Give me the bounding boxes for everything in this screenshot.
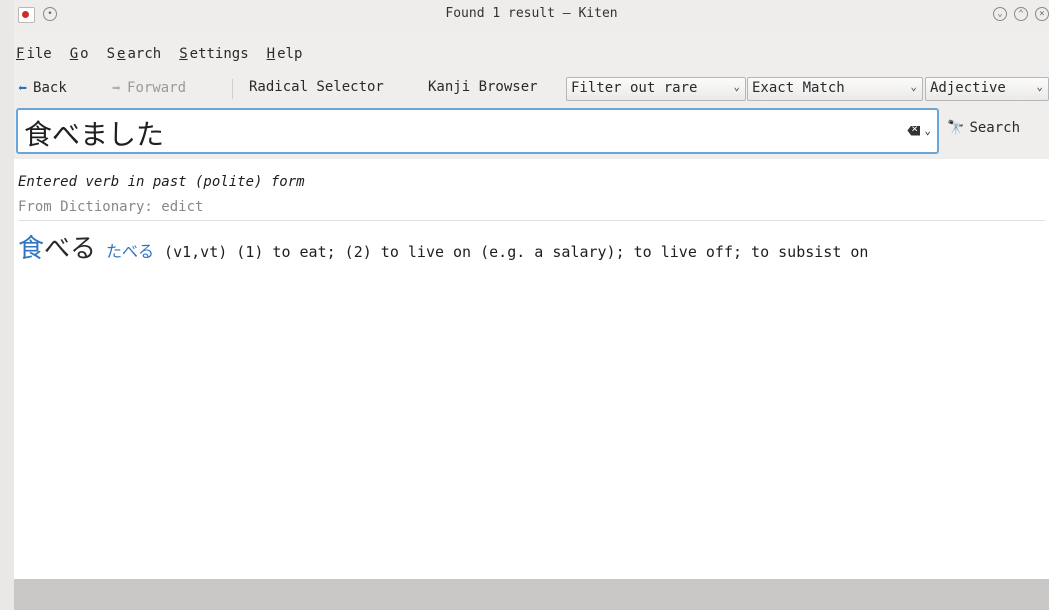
status-bar	[14, 579, 1049, 610]
word-type-combo[interactable]: Adjective ⌄	[925, 77, 1049, 101]
search-button[interactable]: 🔭 Search	[947, 120, 1020, 136]
radical-selector-button[interactable]: Radical Selector	[249, 79, 384, 95]
maximize-icon[interactable]: ⌃	[1014, 7, 1028, 21]
divider	[18, 220, 1045, 221]
window-title: Found 1 result – Kiten	[445, 6, 618, 21]
kiten-window: • Found 1 result – Kiten ⌄ ⌃ × File Go S…	[14, 0, 1049, 610]
deinflection-note: Entered verb in past (polite) form	[18, 174, 305, 190]
chevron-down-icon: ⌄	[1036, 80, 1043, 93]
menu-search[interactable]: Se arch	[105, 46, 164, 68]
minimize-icon[interactable]: ⌄	[993, 7, 1007, 21]
close-icon[interactable]: ×	[1035, 7, 1049, 21]
entry-word: 食べる	[18, 234, 97, 264]
entry-kanji-link[interactable]: 食	[18, 234, 44, 264]
binoculars-icon: 🔭	[947, 120, 965, 136]
entry-definition: (v1,vt) (1) to eat; (2) to live on (e.g.…	[164, 243, 869, 261]
dictionary-source: From Dictionary: edict	[18, 199, 204, 215]
backspace-clear-icon	[907, 125, 921, 136]
toolbar: ⬅ Back ➡ Forward Radical Selector Kanji …	[14, 77, 1049, 101]
arrow-right-icon: ➡	[112, 79, 122, 97]
results-pane: Entered verb in past (polite) form From …	[14, 159, 1049, 579]
arrow-left-icon: ⬅	[18, 79, 28, 97]
clear-search-button[interactable]: ⌄	[907, 124, 931, 137]
menu-help[interactable]: Help	[265, 46, 305, 68]
menu-go[interactable]: Go	[68, 46, 91, 68]
menu-settings[interactable]: Settings	[177, 46, 250, 68]
result-entry: 食べる たべる (v1,vt) (1) to eat; (2) to live …	[18, 228, 868, 265]
match-type-combo[interactable]: Exact Match ⌄	[747, 77, 923, 101]
menu-file[interactable]: File	[14, 46, 54, 68]
filter-rare-combo[interactable]: Filter out rare ⌄	[566, 77, 746, 101]
search-input[interactable]: 食べました ⌄	[16, 108, 939, 154]
chevron-down-icon: ⌄	[924, 124, 931, 137]
chevron-down-icon: ⌄	[733, 80, 740, 93]
toolbar-separator	[232, 79, 233, 99]
chevron-down-icon: ⌄	[910, 80, 917, 93]
search-bar: 食べました ⌄ 🔭 Search	[14, 106, 1049, 158]
back-button[interactable]: ⬅ Back	[18, 79, 67, 97]
forward-button[interactable]: ➡ Forward	[112, 79, 186, 97]
kanji-browser-button[interactable]: Kanji Browser	[428, 79, 538, 95]
title-bar: • Found 1 result – Kiten ⌄ ⌃ ×	[14, 0, 1049, 30]
entry-reading[interactable]: たべる	[106, 238, 154, 262]
menu-bar: File Go Se arch Settings Help	[14, 46, 304, 68]
